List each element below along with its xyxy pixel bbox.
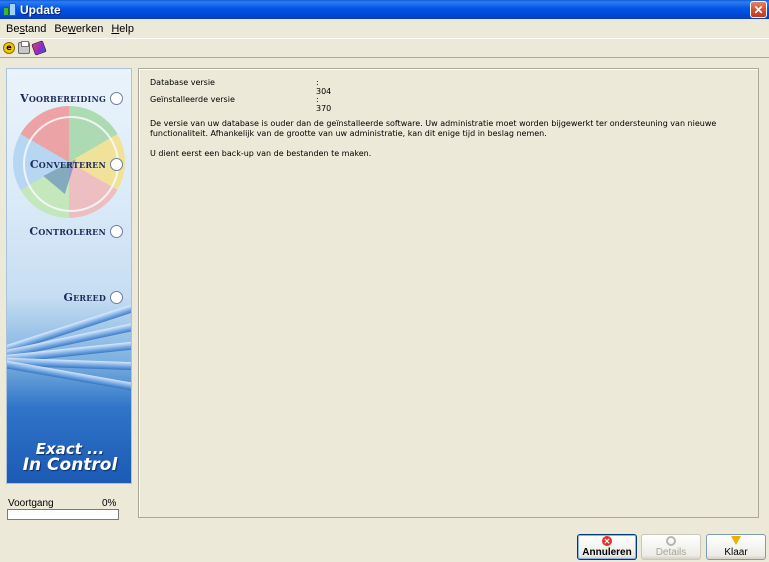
database-version-value: : 304 bbox=[316, 78, 332, 96]
wizard-side-panel: Voorbereiding Converteren Controleren Ge… bbox=[6, 68, 132, 484]
installed-version-label: Geïnstalleerde versie bbox=[150, 95, 235, 104]
flag-icon bbox=[731, 536, 741, 546]
step-radio bbox=[110, 92, 123, 105]
step-converteren: Converteren bbox=[30, 158, 123, 171]
message-paragraph-2: U dient eerst een back-up van de bestand… bbox=[150, 149, 372, 158]
step-label: Voorbereiding bbox=[20, 92, 106, 105]
done-button[interactable]: Klaar bbox=[706, 534, 766, 560]
step-voorbereiding: Voorbereiding bbox=[20, 92, 123, 105]
step-radio bbox=[110, 158, 123, 171]
step-label: Gereed bbox=[63, 291, 106, 304]
exact-e-icon[interactable]: e bbox=[3, 41, 15, 54]
database-version-label: Database versie bbox=[150, 78, 215, 87]
step-controleren: Controleren bbox=[29, 225, 123, 238]
toolbar: e bbox=[0, 38, 769, 56]
cancel-icon: ✕ bbox=[602, 536, 612, 546]
details-button[interactable]: Details bbox=[641, 534, 701, 560]
title-bar: Update ✕ bbox=[0, 0, 769, 19]
progress-label: Voortgang bbox=[8, 498, 54, 509]
window-title: Update bbox=[20, 2, 61, 17]
cancel-button-label: Annuleren bbox=[582, 547, 632, 558]
menu-bestand[interactable]: Bestand bbox=[2, 23, 50, 35]
magnifier-icon bbox=[666, 536, 676, 546]
menu-bar: Bestand Bewerken Help bbox=[0, 19, 769, 38]
cables-graphic bbox=[7, 301, 131, 394]
printer-icon[interactable] bbox=[18, 40, 30, 54]
installed-version-value: : 370 bbox=[316, 95, 332, 113]
content-panel: Database versie : 304 Geïnstalleerde ver… bbox=[138, 68, 759, 518]
exact-logo: Exact ... In Control bbox=[7, 441, 131, 475]
cancel-button[interactable]: ✕ Annuleren bbox=[577, 534, 637, 560]
step-radio bbox=[110, 291, 123, 304]
step-label: Controleren bbox=[29, 225, 106, 238]
menu-bewerken[interactable]: Bewerken bbox=[50, 23, 107, 35]
step-radio bbox=[110, 225, 123, 238]
logo-line-2: In Control bbox=[22, 455, 118, 475]
message-paragraph-1: De versie van uw database is ouder dan d… bbox=[150, 119, 717, 138]
done-button-label: Klaar bbox=[724, 547, 748, 558]
button-bar: ✕ Annuleren Details Klaar bbox=[0, 527, 769, 562]
step-gereed: Gereed bbox=[64, 291, 123, 304]
progress-percent: 0% bbox=[102, 498, 117, 509]
details-button-label: Details bbox=[655, 547, 687, 558]
progress-bar bbox=[7, 509, 119, 520]
close-button[interactable]: ✕ bbox=[750, 1, 767, 18]
app-icon bbox=[3, 3, 16, 16]
main-area: Voorbereiding Converteren Controleren Ge… bbox=[0, 57, 769, 527]
installed-version-row: Geïnstalleerde versie : 370 bbox=[150, 95, 331, 113]
step-label: Converteren bbox=[29, 158, 106, 171]
menu-help[interactable]: Help bbox=[107, 23, 138, 35]
database-version-row: Database versie : 304 bbox=[150, 78, 331, 96]
book-icon[interactable] bbox=[31, 39, 47, 56]
